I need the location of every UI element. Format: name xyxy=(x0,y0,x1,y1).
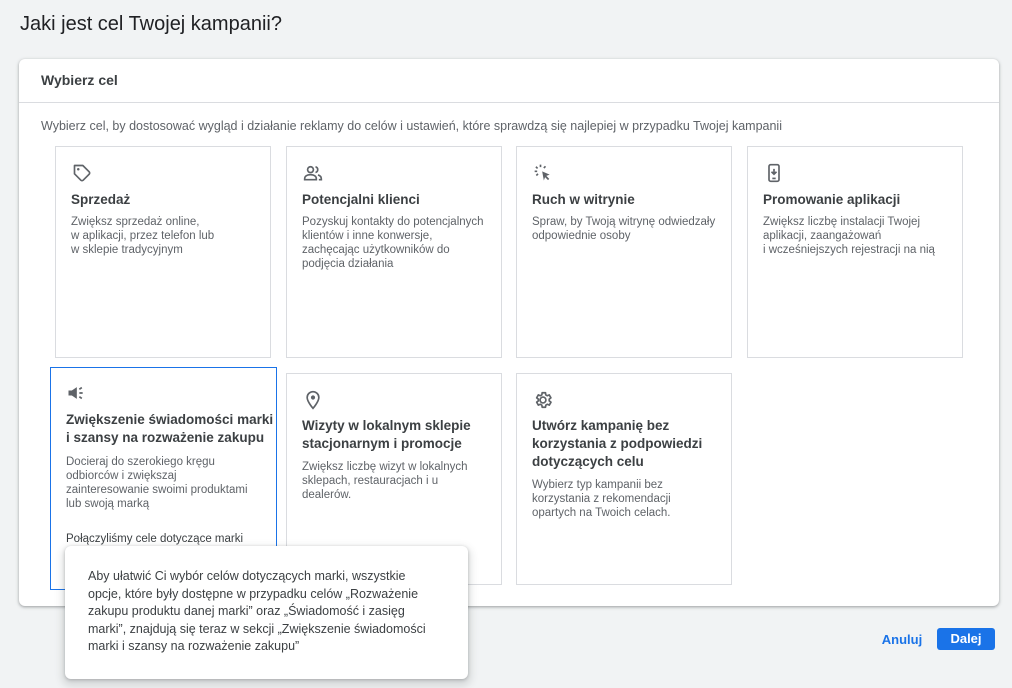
megaphone-icon xyxy=(66,383,86,403)
card-title: Sprzedaż xyxy=(71,192,131,207)
card-title: Promowanie aplikacji xyxy=(763,192,901,207)
card-description: Zwiększ sprzedaż online, w aplikacji, prz… xyxy=(71,216,215,256)
card-title: Zwiększenie świadomości marki i szansy na… xyxy=(66,412,274,445)
cancel-button[interactable]: Anuluj xyxy=(876,629,928,651)
card-description: Wybierz typ kampanii bez korzystania z re… xyxy=(532,479,671,519)
goal-card-no-goal-guidance[interactable]: Utwórz kampanię bez korzystania z podpowi… xyxy=(516,373,732,585)
panel-description: Wybierz cel, by dostosować wygląd i dzia… xyxy=(41,119,782,133)
card-description: Spraw, by Twoją witrynę odwiedzały odpowi… xyxy=(532,216,716,242)
goal-card-sales[interactable]: Sprzedaż Zwiększ sprzedaż online, w aplik… xyxy=(55,146,271,358)
location-pin-icon xyxy=(303,390,323,410)
panel-title: Wybierz cel xyxy=(41,72,118,88)
card-description: Docieraj do szerokiego kręgu odbiorców i … xyxy=(66,456,248,510)
card-title: Ruch w witrynie xyxy=(532,192,635,207)
card-description: Pozyskuj kontakty do potencjalnych klient… xyxy=(302,216,484,270)
card-title: Wizyty w lokalnym sklepie stacjonarnym i … xyxy=(302,418,471,451)
page-title: Jaki jest cel Twojej kampanii? xyxy=(20,13,282,35)
card-description: Zwiększ liczbę instalacji Twojej aplikacj… xyxy=(763,216,935,256)
next-button[interactable]: Dalej xyxy=(937,628,995,650)
card-note[interactable]: Połączyliśmy cele dotyczące marki xyxy=(66,532,243,546)
panel-header: Wybierz cel xyxy=(19,59,999,103)
goal-card-website-traffic[interactable]: Ruch w witrynie Spraw, by Twoją witrynę … xyxy=(516,146,732,358)
brand-goals-tooltip: Aby ułatwić Ci wybór celów dotyczących m… xyxy=(65,546,468,679)
people-icon xyxy=(303,163,323,183)
tag-icon xyxy=(72,163,92,183)
goal-card-leads[interactable]: Potencjalni klienci Pozyskuj kontakty do… xyxy=(286,146,502,358)
mobile-download-icon xyxy=(764,163,784,183)
goal-card-app-promotion[interactable]: Promowanie aplikacji Zwiększ liczbę inst… xyxy=(747,146,963,358)
card-title: Utwórz kampanię bez korzystania z podpowi… xyxy=(532,418,703,469)
card-description: Zwiększ liczbę wizyt w lokalnych sklepach… xyxy=(302,461,468,501)
card-title: Potencjalni klienci xyxy=(302,192,420,207)
cursor-click-icon xyxy=(533,163,553,183)
gear-icon xyxy=(533,390,553,410)
